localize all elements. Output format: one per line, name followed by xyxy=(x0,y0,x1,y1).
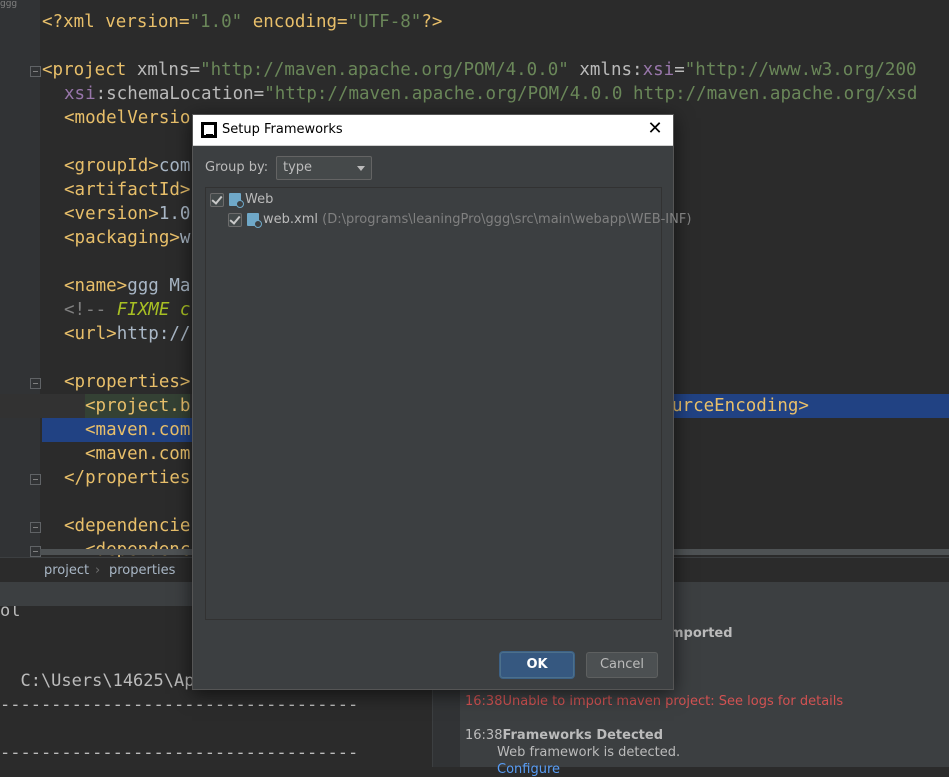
code-token: <version> xyxy=(64,204,159,224)
code-token: com xyxy=(158,156,191,176)
intellij-app-icon xyxy=(201,122,217,138)
code-token: <project.b xyxy=(85,396,191,416)
code-line-schema-location[interactable]: xsi:schemaLocation="http://maven.apache.… xyxy=(0,82,949,106)
event-frameworks: 16:38Frameworks Detected xyxy=(465,728,663,743)
event-time: 16:38 xyxy=(465,728,503,743)
code-token: xmlns xyxy=(136,60,190,80)
setup-frameworks-dialog: Setup Frameworks ✕ Group by: type Web we… xyxy=(192,114,691,690)
code-token: "1.0" xyxy=(189,12,243,32)
code-token: "http://www.w3.org/200 xyxy=(684,60,917,80)
code-token: <properties> xyxy=(64,372,191,392)
web-checkbox[interactable] xyxy=(210,193,224,207)
console-separator: ----------------------------------- xyxy=(0,695,359,715)
code-token: xmlns xyxy=(568,60,633,80)
code-token: <dependencie xyxy=(64,516,191,536)
code-token: xsi xyxy=(642,60,675,80)
code-token: <maven.com xyxy=(85,420,191,440)
code-line-project[interactable]: <project xmlns="http://maven.apache.org/… xyxy=(0,58,949,82)
code-token: = xyxy=(674,60,685,80)
code-token: <groupId> xyxy=(64,156,159,176)
code-token: xsi xyxy=(64,84,96,104)
code-token: "http://maven.apache.org/POM/4.0.0" xyxy=(200,60,569,80)
dialog-title: Setup Frameworks xyxy=(222,122,343,137)
code-token: ggg Ma xyxy=(127,276,191,296)
code-token: <packaging> xyxy=(64,228,180,248)
event-time: 16:38 xyxy=(465,694,503,709)
code-token: <modelVersio xyxy=(64,108,191,128)
code-token: urceEncoding> xyxy=(672,396,809,416)
code-token: <maven.com xyxy=(85,444,191,464)
web-framework-icon xyxy=(229,193,244,208)
breadcrumb-item-properties[interactable]: properties xyxy=(109,563,175,578)
code-token: 1.0 xyxy=(158,204,191,224)
code-token: <artifactId> xyxy=(64,180,191,200)
code-token: </properties xyxy=(64,468,191,488)
dialog-titlebar[interactable]: Setup Frameworks ✕ xyxy=(193,115,673,146)
tree-row-web-xml[interactable]: web.xml (D:\programs\leaningPro\ggg\src\… xyxy=(228,210,691,230)
event-error: 16:38Unable to import maven project: See… xyxy=(465,694,843,709)
breadcrumb-separator: › xyxy=(95,563,101,578)
event-error-link[interactable]: Unable to import maven project: See logs… xyxy=(502,694,843,709)
console-line: ol xyxy=(0,606,21,621)
code-token: encoding= xyxy=(242,12,348,32)
web-xml-checkbox[interactable] xyxy=(228,213,242,227)
file-path: (D:\programs\leaningPro\ggg\src\main\web… xyxy=(322,212,692,227)
code-token: http:// xyxy=(116,324,191,344)
editor-tab-stub[interactable]: ggg xyxy=(0,0,17,9)
code-token: <project xyxy=(42,60,137,80)
web-xml-file-icon xyxy=(247,213,262,228)
file-name: web.xml xyxy=(263,212,318,227)
tree-label-web-xml: web.xml (D:\programs\leaningPro\ggg\src\… xyxy=(263,212,691,227)
tree-label-web: Web xyxy=(245,192,274,207)
code-token: "http://maven.apache.org/POM/4.0.0 http:… xyxy=(264,84,918,104)
breadcrumb-item-project[interactable]: project xyxy=(44,563,89,578)
code-token: = xyxy=(189,60,201,80)
code-token: <url> xyxy=(64,324,117,344)
event-title: Frameworks Detected xyxy=(502,728,664,743)
code-token: ?> xyxy=(421,12,443,32)
close-icon[interactable]: ✕ xyxy=(645,119,665,139)
event-message: Web framework is detected. xyxy=(497,745,681,760)
group-by-value: type xyxy=(283,160,313,175)
group-by-label: Group by: xyxy=(205,160,269,175)
cancel-button[interactable]: Cancel xyxy=(586,652,658,678)
code-token: "UTF-8" xyxy=(347,12,422,32)
event-configure-link[interactable]: Configure xyxy=(497,762,560,777)
code-token: <?xml version= xyxy=(42,12,190,32)
group-by-select[interactable]: type xyxy=(276,156,372,180)
frameworks-tree[interactable]: Web web.xml (D:\programs\leaningPro\ggg\… xyxy=(205,187,691,620)
code-token: <name> xyxy=(64,276,128,296)
chevron-down-icon xyxy=(357,166,365,171)
code-token: w xyxy=(179,228,191,248)
ok-button[interactable]: OK xyxy=(500,652,574,678)
code-token: : xyxy=(632,60,643,80)
code-token: <!-- xyxy=(64,300,117,320)
tree-row-web[interactable]: Web xyxy=(210,190,650,210)
code-token: :schemaLocation= xyxy=(95,84,265,104)
code-line-xml-declaration[interactable]: <?xml version="1.0" encoding="UTF-8"?> xyxy=(0,10,949,34)
event-title-partial: mported xyxy=(670,626,733,641)
console-separator: ----------------------------------- xyxy=(0,743,359,763)
code-token: FIXME c xyxy=(116,300,191,320)
